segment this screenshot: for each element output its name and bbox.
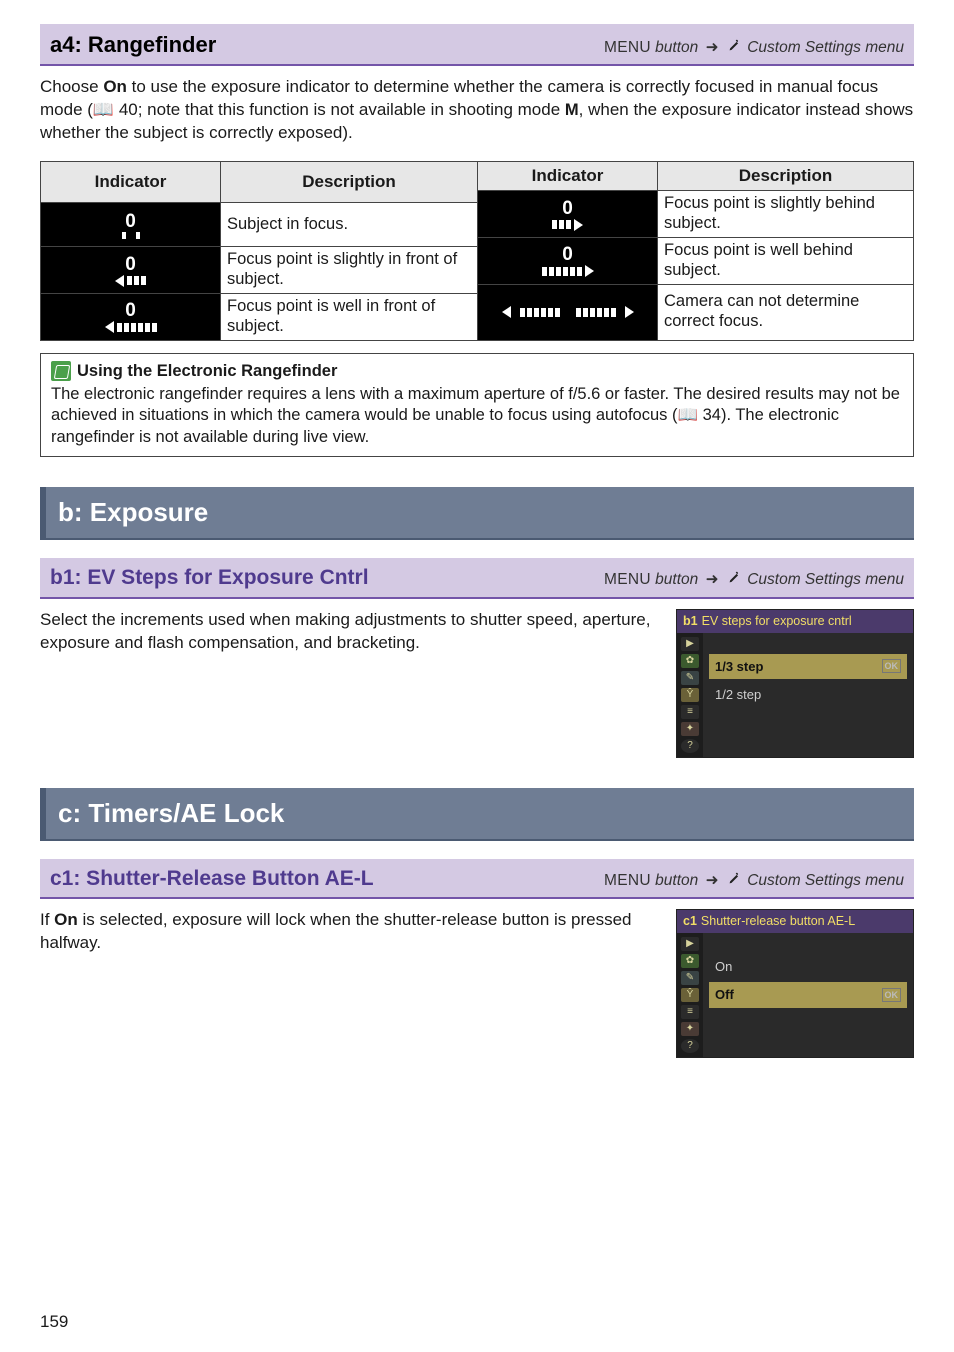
text: 40; note that this function is not avail…	[114, 100, 565, 119]
camera-strip-icon: Ŷ	[681, 688, 699, 702]
camera-header-title: EV steps for exposure cntrl	[702, 613, 852, 630]
camera-header-code: b1	[683, 613, 698, 630]
col-header: Indicator	[41, 161, 221, 203]
camera-item-label: 1/2 step	[715, 686, 761, 704]
camera-strip-icon: ≡	[681, 705, 699, 719]
camera-strip-icon: ✎	[681, 971, 699, 985]
button-word: button	[655, 39, 698, 56]
camera-strip-icon: ✦	[681, 1022, 699, 1036]
section-heading-c: c: Timers/AE Lock	[40, 788, 914, 841]
indicator-cell: 0	[41, 247, 221, 294]
desc-cell: Focus point is slightly in front of subj…	[221, 247, 478, 294]
desc-cell: Camera can not determine correct focus.	[658, 284, 914, 340]
arrow-right-icon: ➜	[706, 570, 719, 591]
camera-menu-item[interactable]: On	[709, 954, 907, 980]
text: is selected, exposure will lock when the…	[40, 910, 632, 952]
button-word: button	[655, 571, 698, 588]
ok-icon: OK	[882, 659, 902, 673]
text-bold: On	[54, 910, 78, 929]
col-header: Indicator	[478, 161, 658, 191]
breadcrumb-tail: Custom Settings menu	[747, 872, 904, 889]
breadcrumb-tail: Custom Settings menu	[747, 571, 904, 588]
callout-body: The electronic rangefinder requires a le…	[51, 384, 903, 448]
indicator-cell: 0	[41, 203, 221, 247]
indicator-cell	[478, 284, 658, 340]
camera-strip-icon: ✿	[681, 654, 699, 668]
col-header: Description	[221, 161, 478, 203]
indicator-table-right: Indicator Description 0 Focus point is s…	[477, 161, 914, 341]
text: If	[40, 910, 54, 929]
ok-icon: OK	[882, 988, 902, 1002]
camera-screen-header: c1 Shutter-release button AE-L	[677, 910, 913, 933]
desc-cell: Focus point is slightly behind subject.	[658, 191, 914, 238]
callout-box: Using the Electronic Rangefinder The ele…	[40, 353, 914, 458]
pencil-icon	[728, 871, 741, 892]
indicator-cell: 0	[41, 294, 221, 341]
camera-item-label: Off	[715, 986, 734, 1004]
camera-header-code: c1	[683, 913, 697, 930]
text: Choose	[40, 77, 103, 96]
setting-title: c1: Shutter-Release Button AE-L	[50, 865, 374, 893]
camera-strip-icon: ?	[681, 739, 699, 753]
menu-breadcrumb: MENU button ➜ Custom Settings menu	[604, 38, 904, 59]
camera-icon-strip: ▶ ✿ ✎ Ŷ ≡ ✦ ?	[677, 633, 703, 757]
indicator-cell: 0	[478, 238, 658, 285]
camera-strip-icon: ?	[681, 1039, 699, 1053]
camera-screen-b1: b1 EV steps for exposure cntrl ▶ ✿ ✎ Ŷ ≡…	[676, 609, 914, 758]
callout-title: Using the Electronic Rangefinder	[77, 360, 337, 382]
setting-title-bar-c1: c1: Shutter-Release Button AE-L MENU but…	[40, 859, 914, 899]
camera-screen-header: b1 EV steps for exposure cntrl	[677, 610, 913, 633]
camera-item-label: 1/3 step	[715, 658, 763, 676]
c1-paragraph: If On is selected, exposure will lock wh…	[40, 909, 658, 955]
button-word: button	[655, 872, 698, 889]
col-header: Description	[658, 161, 914, 191]
camera-strip-icon: Ŷ	[681, 988, 699, 1002]
pencil-icon	[728, 38, 741, 59]
camera-strip-icon: ▶	[681, 637, 699, 651]
desc-cell: Focus point is well behind subject.	[658, 238, 914, 285]
desc-cell: Subject in focus.	[221, 203, 478, 247]
page-ref-icon: 📖	[677, 406, 698, 424]
arrow-right-icon: ➜	[706, 38, 719, 59]
camera-menu-item[interactable]: Off OK	[709, 982, 907, 1008]
setting-title-bar-a4: a4: Rangefinder MENU button ➜ Custom Set…	[40, 24, 914, 66]
camera-strip-icon: ▶	[681, 937, 699, 951]
camera-header-title: Shutter-release button AE-L	[701, 913, 855, 930]
indicator-cell: 0	[478, 191, 658, 238]
camera-item-label: On	[715, 958, 732, 976]
note-icon	[51, 361, 71, 381]
camera-strip-icon: ✎	[681, 671, 699, 685]
setting-title: b1: EV Steps for Exposure Cntrl	[50, 564, 369, 592]
menu-button-label: MENU	[604, 39, 651, 56]
breadcrumb-tail: Custom Settings menu	[747, 39, 904, 56]
camera-screen-c1: c1 Shutter-release button AE-L ▶ ✿ ✎ Ŷ ≡…	[676, 909, 914, 1058]
menu-breadcrumb: MENU button ➜ Custom Settings menu	[604, 570, 904, 591]
setting-title: a4: Rangefinder	[50, 30, 216, 60]
pencil-icon	[728, 570, 741, 591]
camera-strip-icon: ✿	[681, 954, 699, 968]
camera-icon-strip: ▶ ✿ ✎ Ŷ ≡ ✦ ?	[677, 933, 703, 1057]
camera-menu-item[interactable]: 1/2 step	[709, 682, 907, 708]
camera-menu-item[interactable]: 1/3 step OK	[709, 654, 907, 680]
menu-button-label: MENU	[604, 872, 651, 889]
indicator-tables: Indicator Description 0 Subject in focus…	[40, 155, 914, 341]
menu-button-label: MENU	[604, 571, 651, 588]
camera-menu-list: 1/3 step OK 1/2 step	[703, 633, 913, 757]
a4-paragraph: Choose On to use the exposure indicator …	[40, 76, 914, 145]
page-number: 159	[40, 1311, 68, 1334]
indicator-table-left: Indicator Description 0 Subject in focus…	[40, 161, 477, 341]
page-ref-icon: 📖	[93, 100, 114, 119]
arrow-right-icon: ➜	[706, 871, 719, 892]
menu-breadcrumb: MENU button ➜ Custom Settings menu	[604, 871, 904, 892]
camera-strip-icon: ≡	[681, 1005, 699, 1019]
camera-menu-list: On Off OK	[703, 933, 913, 1057]
section-heading-b: b: Exposure	[40, 487, 914, 540]
text-mode: M	[565, 101, 579, 119]
camera-strip-icon: ✦	[681, 722, 699, 736]
text-bold: On	[103, 77, 127, 96]
desc-cell: Focus point is well in front of subject.	[221, 294, 478, 341]
setting-title-bar-b1: b1: EV Steps for Exposure Cntrl MENU but…	[40, 558, 914, 598]
b1-paragraph: Select the increments used when making a…	[40, 609, 658, 655]
